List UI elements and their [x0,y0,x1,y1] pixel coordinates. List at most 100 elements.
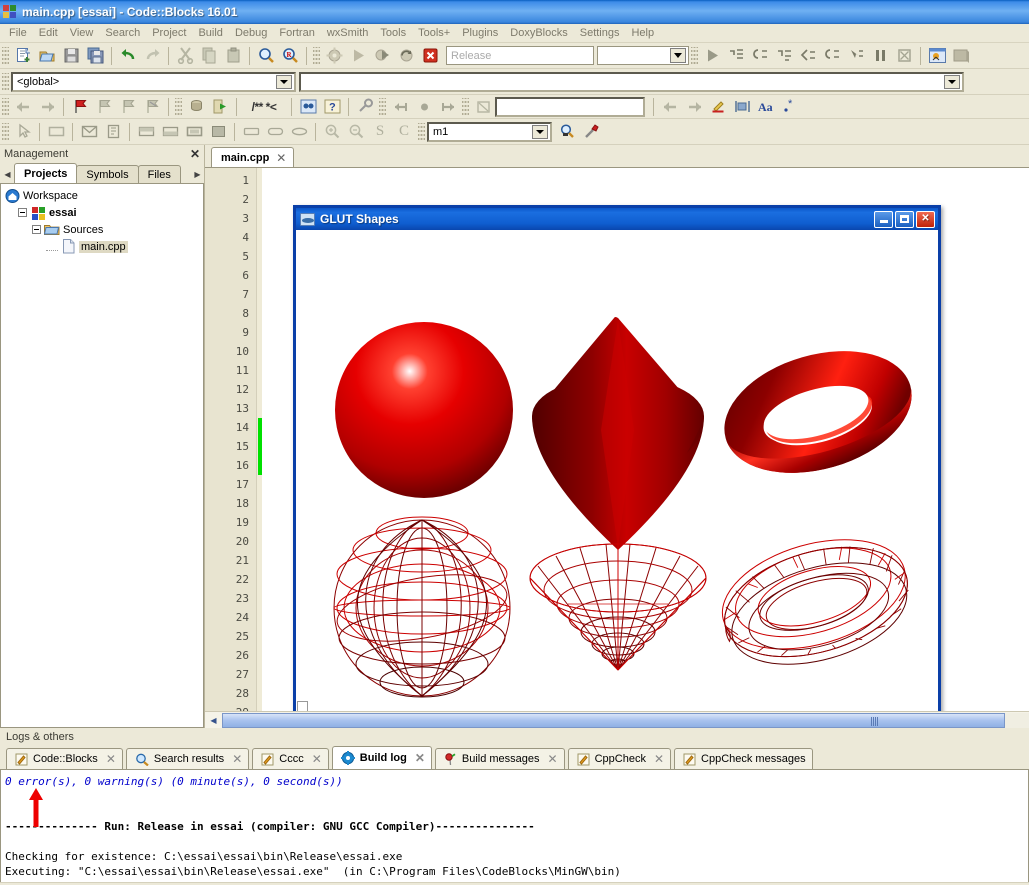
editor-hscrollbar[interactable]: ◀ [205,711,1029,728]
doxyblocks-extract-icon[interactable] [209,96,231,118]
open-file-icon[interactable] [36,45,58,67]
bookmark-clear-icon[interactable] [141,96,163,118]
save-all-icon[interactable] [84,45,106,67]
hscroll-thumb[interactable] [222,712,1005,728]
envelope-icon[interactable] [78,121,100,143]
nav-next-icon[interactable] [437,96,459,118]
menu-item-file[interactable]: File [3,25,33,41]
nav-search-input[interactable] [495,96,645,117]
tree-expander[interactable] [18,208,27,217]
replace-icon[interactable]: R [279,45,301,67]
comment-block-icon[interactable]: /** *< [242,96,286,118]
forward-icon[interactable] [36,96,58,118]
toolbar-grip[interactable] [462,97,469,116]
nav-prev-icon[interactable] [389,96,411,118]
close-icon[interactable]: ✕ [415,751,425,765]
debug-step-out-icon[interactable] [773,45,795,67]
new-file-icon[interactable] [12,45,34,67]
debug-next-line-icon[interactable] [725,45,747,67]
glut-shapes-window[interactable]: GLUT Shapes ✕ [293,205,941,711]
s-glyph-icon[interactable]: S [369,121,391,143]
log-tab-build-messages[interactable]: Build messages ✕ [434,748,565,769]
close-icon[interactable]: ✕ [916,210,935,228]
log-tab-search-results[interactable]: Search results ✕ [125,748,250,769]
debug-window-icon[interactable] [926,45,948,67]
toolbar-grip[interactable] [691,46,698,65]
maximize-icon[interactable] [895,210,914,228]
log-tab-cppcheck-messages[interactable]: CppCheck messages [674,748,813,769]
toolbar-grip[interactable] [2,122,9,141]
regex-icon[interactable]: * [779,96,801,118]
layout-filled-icon[interactable] [207,121,229,143]
minimize-icon[interactable] [874,210,893,228]
search-gear-icon[interactable] [556,121,578,143]
paste-icon[interactable] [222,45,244,67]
shape-round-icon[interactable] [264,121,286,143]
toolbar-grip[interactable] [2,72,9,91]
nav-mark-icon[interactable] [413,96,435,118]
c-glyph-icon[interactable]: C [393,121,415,143]
menu-item-doxyblocks[interactable]: DoxyBlocks [504,25,573,41]
menu-item-wxsmith[interactable]: wxSmith [321,25,375,41]
close-icon[interactable]: ✕ [190,147,200,161]
build-and-run-icon[interactable] [371,45,393,67]
build-icon[interactable] [323,45,345,67]
toolbar-grip[interactable] [175,97,182,116]
bookmark-next-icon[interactable] [117,96,139,118]
close-icon[interactable]: ✕ [106,752,116,766]
doxyblocks-help-icon[interactable]: ? [321,96,343,118]
doxyblocks-run-icon[interactable] [185,96,207,118]
tree-item-main-cpp[interactable]: main.cpp [1,238,203,255]
log-tab-cppcheck[interactable]: CppCheck ✕ [567,748,672,769]
tab-symbols[interactable]: Symbols [76,165,139,183]
chevron-left-icon[interactable]: ◀ [1,165,14,183]
menu-item-settings[interactable]: Settings [574,25,626,41]
bookmark-toggle-icon[interactable] [69,96,91,118]
tree-item-workspace[interactable]: Workspace [1,187,203,204]
tree-expander[interactable] [32,225,41,234]
shape-rect-icon[interactable] [240,121,262,143]
tab-projects[interactable]: Projects [14,163,78,183]
hscroll-track[interactable] [222,712,1029,728]
undo-icon[interactable] [117,45,139,67]
shape-ellipse-icon[interactable] [288,121,310,143]
tree-item-sources[interactable]: Sources [1,221,203,238]
find-icon[interactable] [255,45,277,67]
close-icon[interactable]: ✕ [276,151,286,165]
panel-icon[interactable] [45,121,67,143]
log-tab-cccc[interactable]: Cccc ✕ [252,748,329,769]
nav-clear-icon[interactable] [472,96,494,118]
close-icon[interactable]: ✕ [654,752,664,766]
close-icon[interactable]: ✕ [232,752,242,766]
redo-icon[interactable] [141,45,163,67]
debug-continue-icon[interactable] [701,45,723,67]
scope-combo[interactable]: <global> [11,71,296,92]
menu-item-project[interactable]: Project [146,25,192,41]
prev-icon[interactable] [659,96,681,118]
build-target-combo[interactable]: Release [446,46,594,65]
layout-box-icon[interactable] [183,121,205,143]
menu-item-plugins[interactable]: Plugins [456,25,504,41]
doxyblocks-config-icon[interactable] [354,96,376,118]
bookmark-prev-icon[interactable] [93,96,115,118]
layout-top-icon[interactable] [135,121,157,143]
next-icon[interactable] [683,96,705,118]
menu-item-view[interactable]: View [64,25,100,41]
zoom-out-icon[interactable] [345,121,367,143]
menu-item-fortran[interactable]: Fortran [273,25,320,41]
resize-grip[interactable] [297,701,308,711]
editor-canvas[interactable]: 1 2 3 4 5 6 7 8 9 10 11 12 13 14 15 16 17 18 19 20 21 22 23 24 2… [205,167,1029,711]
close-icon[interactable]: ✕ [312,752,322,766]
debug-stop-icon[interactable] [893,45,915,67]
zoom-in-icon[interactable] [321,121,343,143]
toolbar-grip[interactable] [2,97,9,116]
chevron-down-icon[interactable] [670,48,686,63]
font-icon[interactable]: Aa [755,96,777,118]
chevron-right-icon[interactable]: ▶ [191,165,204,183]
chevron-left-icon[interactable]: ◀ [205,713,222,728]
editor-tab-main-cpp[interactable]: main.cpp ✕ [211,147,295,167]
back-icon[interactable] [12,96,34,118]
menu-item-help[interactable]: Help [625,25,660,41]
project-tree[interactable]: Workspace essai Sources main.cpp [0,184,204,728]
build-target-combo-2[interactable] [597,46,689,65]
